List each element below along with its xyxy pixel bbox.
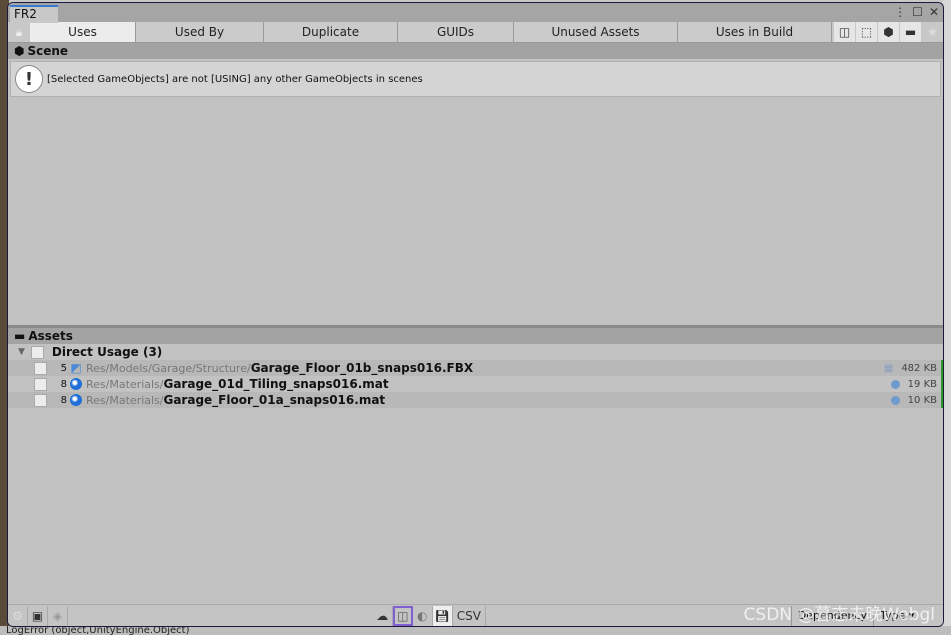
fr2-window: FR2 ⋮ ☐ ✕ 🔒︎ Uses Used By Duplicate GUID…	[7, 2, 944, 627]
title-bar: FR2 ⋮ ☐ ✕	[8, 3, 943, 23]
footer-toolbar: ⚙ ▣ ◈ ☁ ◫ ◐ 💾︎ CSV Dependency Type ▾ CSD…	[8, 604, 943, 626]
usage-count: 8	[60, 378, 67, 390]
asset-size: 10 KB	[907, 394, 937, 406]
folder-icon: ▬	[14, 329, 26, 343]
row-checkbox[interactable]	[34, 377, 47, 391]
asset-path: Res/Models/Garage/Structure/	[86, 361, 251, 375]
material-icon	[69, 377, 83, 391]
close-icon[interactable]: ✕	[929, 5, 939, 19]
tab-used-by[interactable]: Used By	[136, 22, 264, 42]
asset-name: Garage_01d_Tiling_snaps016.mat	[163, 377, 389, 391]
layers-icon[interactable]: ◈	[48, 605, 68, 626]
selection-icon[interactable]: ⬚	[856, 22, 877, 42]
grid-view-icon[interactable]: ◫	[392, 605, 413, 626]
shader-icon[interactable]: ◐	[413, 605, 433, 626]
dependency-dropdown[interactable]: Dependency	[790, 605, 873, 626]
selection-indicator	[941, 360, 943, 408]
tab-guids[interactable]: GUIDs	[398, 22, 514, 42]
folder-icon[interactable]: ▬	[900, 22, 921, 42]
scene-header-label: Scene	[27, 44, 69, 58]
asset-row[interactable]: 5 ◩ Res/Models/Garage/Structure/ Garage_…	[8, 360, 943, 376]
group-label: Direct Usage (3)	[51, 345, 163, 359]
tab-bar: 🔒︎ Uses Used By Duplicate GUIDs Unused A…	[8, 22, 943, 43]
info-message-text: [Selected GameObjects] are not [USING] a…	[47, 73, 423, 85]
info-message: ! [Selected GameObjects] are not [USING]…	[10, 61, 941, 97]
window-tab[interactable]: FR2	[10, 5, 58, 23]
tab-duplicate[interactable]: Duplicate	[264, 22, 398, 42]
unity-scene-icon: ⬢	[14, 44, 25, 58]
row-checkbox[interactable]	[34, 393, 47, 407]
assets-header: ▬ Assets	[8, 328, 943, 344]
asset-name: Garage_Floor_01b_snaps016.FBX	[250, 361, 474, 375]
tab-unused-assets[interactable]: Unused Assets	[514, 22, 678, 42]
assets-header-label: Assets	[28, 329, 73, 343]
toggle-icon[interactable]: ▣	[28, 605, 48, 626]
tab-uses[interactable]: Uses	[30, 22, 136, 42]
type-dropdown[interactable]: Type ▾	[873, 605, 943, 626]
material-small-icon	[890, 379, 900, 389]
scene-panel: ! [Selected GameObjects] are not [USING]…	[8, 59, 943, 325]
expand-triangle-icon[interactable]: ▼	[18, 347, 25, 357]
asset-path: Res/Materials/	[86, 393, 164, 407]
csv-button[interactable]: CSV	[453, 605, 486, 626]
star-icon[interactable]: ★	[922, 22, 943, 42]
type-dropdown-label: Type	[880, 608, 906, 622]
more-icon[interactable]: ⋮	[894, 5, 906, 19]
asset-row[interactable]: 8 Res/Materials/ Garage_Floor_01a_snaps0…	[8, 392, 943, 408]
asset-size: 19 KB	[907, 378, 937, 390]
save-icon[interactable]: 💾︎	[432, 605, 453, 626]
warning-icon: !	[15, 65, 43, 93]
asset-path: Res/Materials/	[86, 377, 164, 391]
cloud-icon[interactable]: ☁	[373, 605, 393, 626]
console-text: LogError (object,UnityEngine.Object)	[0, 626, 951, 635]
group-direct-usage[interactable]: ▼ Direct Usage (3)	[8, 344, 943, 360]
lock-icon[interactable]: 🔒︎	[8, 22, 30, 42]
split-view-icon[interactable]: ◫	[834, 22, 855, 42]
asset-size: 482 KB	[901, 362, 937, 374]
row-checkbox[interactable]	[34, 361, 47, 375]
tab-uses-in-build[interactable]: Uses in Build	[678, 22, 832, 42]
model-icon: ◩	[70, 361, 82, 375]
material-icon	[69, 393, 83, 407]
scene-header: ⬢ Scene	[8, 43, 943, 59]
maximize-icon[interactable]: ☐	[912, 5, 923, 19]
usage-count: 8	[60, 394, 67, 406]
unity-icon[interactable]: ⬢	[878, 22, 899, 42]
material-small-icon	[890, 395, 900, 405]
mesh-icon: ▦	[883, 362, 894, 374]
asset-row[interactable]: 8 Res/Materials/ Garage_01d_Tiling_snaps…	[8, 376, 943, 392]
asset-name: Garage_Floor_01a_snaps016.mat	[163, 393, 386, 407]
settings-icon[interactable]: ⚙	[8, 605, 28, 626]
group-checkbox[interactable]	[30, 345, 44, 359]
background-right	[943, 0, 951, 635]
usage-count: 5	[60, 362, 67, 374]
